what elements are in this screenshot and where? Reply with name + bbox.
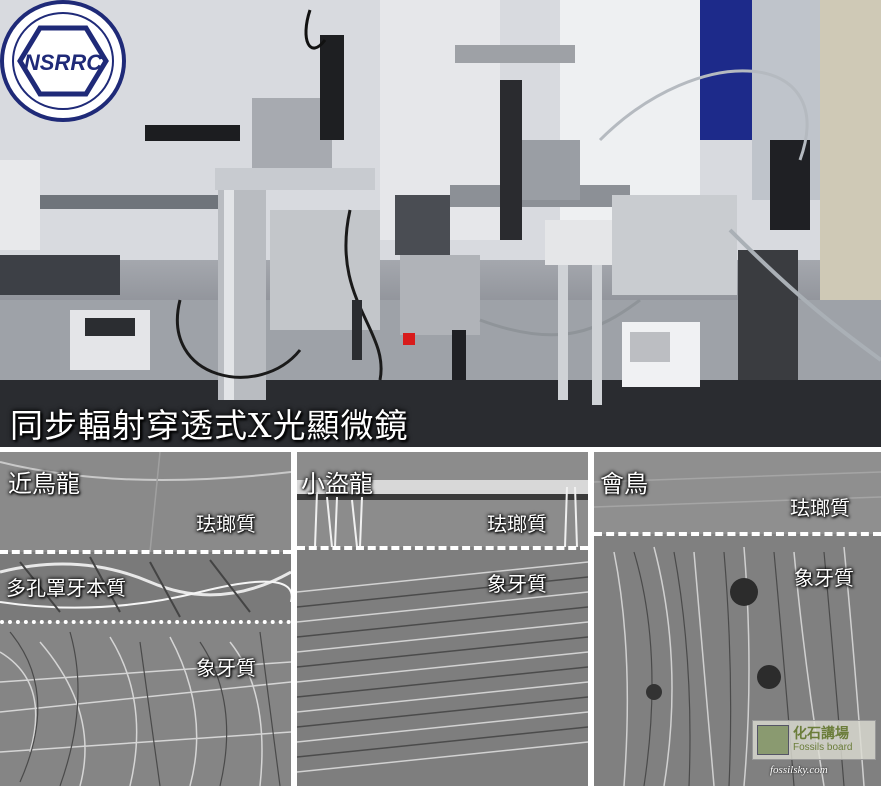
panel-1-dentin-label: 象牙質 xyxy=(196,656,256,680)
watermark-chinese: 化石講場 xyxy=(793,726,849,742)
panel-1-texture xyxy=(0,452,291,786)
fossil-icon xyxy=(757,725,789,755)
fossils-board-watermark: 化石講場 Fossils board xyxy=(752,720,876,760)
panel-2-title: 小盜龍 xyxy=(301,470,373,498)
panel-2-boundary xyxy=(297,546,588,550)
panel-1-title: 近鳥龍 xyxy=(8,470,80,498)
microscope-photo: NSRRC 同步輻射穿透式X光顯微鏡 xyxy=(0,0,881,447)
logo-text: NSRRC xyxy=(24,50,103,75)
panel-3-title: 會鳥 xyxy=(600,470,648,498)
panel-3-boundary xyxy=(594,532,881,536)
panel-1-mantle-dentin-label: 多孔罩牙本質 xyxy=(6,576,126,600)
microscope-photo-drawing xyxy=(0,0,881,447)
panel-1: 近鳥龍 珐瑯質 多孔罩牙本質 象牙質 xyxy=(0,452,291,786)
panel-1-enamel-label: 珐瑯質 xyxy=(196,512,256,536)
watermark-english: Fossils board xyxy=(793,742,853,753)
panel-3-enamel-label: 珐瑯質 xyxy=(790,496,850,520)
panel-3-dentin-label: 象牙質 xyxy=(794,566,854,590)
photo-caption: 同步輻射穿透式X光顯微鏡 xyxy=(10,406,409,445)
panel-1-boundary-upper xyxy=(0,550,291,554)
panel-1-boundary-lower xyxy=(0,620,291,624)
nsrrc-logo: NSRRC xyxy=(0,0,126,122)
panel-2-enamel-label: 珐瑯質 xyxy=(487,512,547,536)
watermark-site: fossilsky.com xyxy=(770,764,828,776)
panel-2-texture xyxy=(297,452,588,786)
panel-2-dentin-label: 象牙質 xyxy=(487,572,547,596)
panel-2: 小盜龍 珐瑯質 象牙質 xyxy=(297,452,588,786)
